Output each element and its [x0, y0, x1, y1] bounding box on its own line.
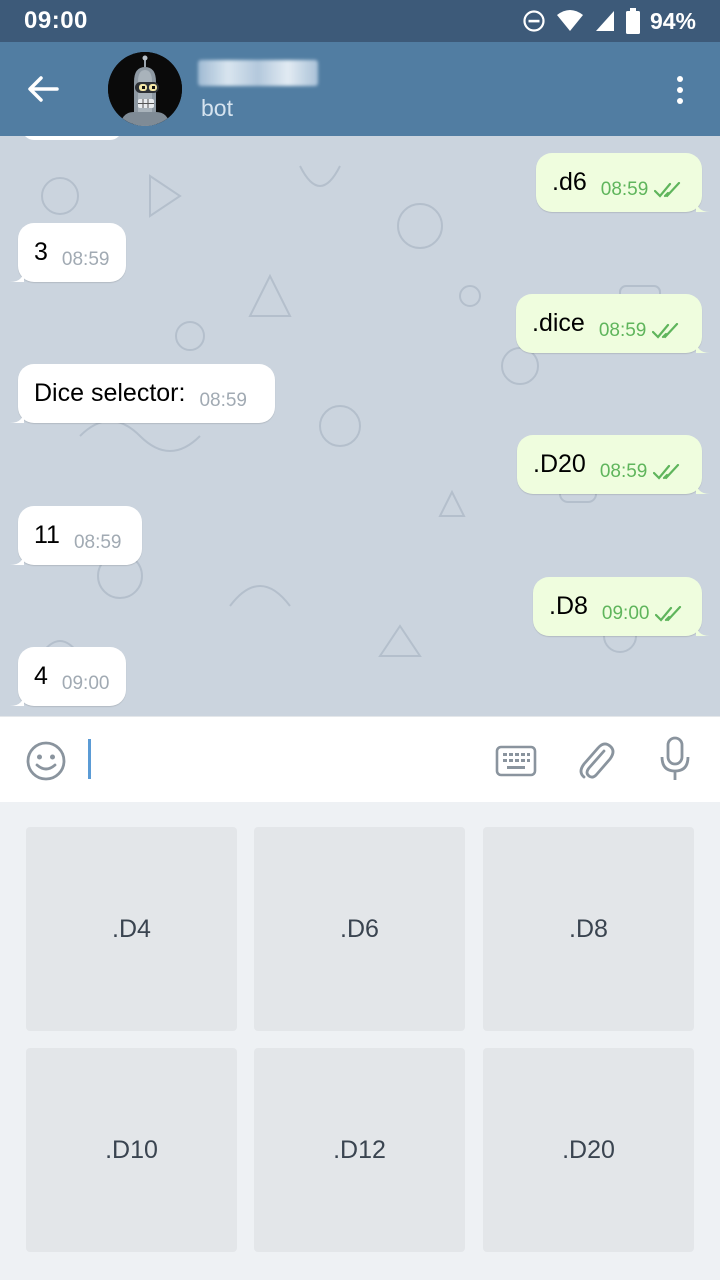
message-bubble-incoming[interactable]: 3 08:59	[10, 223, 126, 282]
partial-message-bubble	[22, 136, 122, 140]
message-text: 3	[34, 238, 48, 266]
bubble-tail	[696, 480, 710, 494]
message-time: 08:59	[600, 178, 649, 200]
message-bubble-outgoing[interactable]: .D20 08:59	[517, 435, 710, 494]
avatar[interactable]	[108, 52, 182, 126]
message-text: 11	[34, 521, 60, 549]
bubble-tail	[696, 198, 710, 212]
bot-keyboard-button[interactable]: .D8	[483, 827, 694, 1031]
status-time: 09:00	[24, 7, 88, 34]
message-time: 08:59	[199, 389, 247, 411]
double-check-icon	[653, 463, 680, 480]
bot-keyboard-button[interactable]: .D6	[254, 827, 465, 1031]
chat-name-redacted	[198, 60, 318, 86]
message-bubble-outgoing[interactable]: .dice 08:59	[516, 294, 710, 353]
message-text: 4	[34, 662, 48, 690]
message-time: 08:59	[61, 248, 110, 270]
bubble-tail	[10, 409, 24, 423]
wifi-icon	[556, 10, 583, 31]
message-time: 08:59	[598, 319, 647, 341]
bot-keyboard-button[interactable]: .D12	[254, 1048, 465, 1252]
message-bubble-outgoing[interactable]: .d6 08:59	[536, 153, 710, 212]
battery-percentage: 94%	[649, 7, 696, 34]
message-time: 08:59	[599, 460, 648, 482]
bot-keyboard-button[interactable]: .D4	[26, 827, 237, 1031]
chat-subtitle: bot	[201, 95, 233, 121]
paperclip-icon	[579, 742, 615, 779]
message-input-bar	[0, 716, 720, 802]
emoji-button[interactable]	[24, 739, 68, 783]
bot-reply-keyboard: .D4 .D6 .D8 .D10 .D12 .D20	[0, 802, 720, 1280]
do-not-disturb-icon	[523, 10, 545, 32]
bubble-tail	[10, 692, 24, 706]
message-text: Dice selector:	[34, 379, 186, 407]
attach-button[interactable]	[576, 737, 616, 783]
bubble-tail	[10, 551, 24, 565]
voice-record-button[interactable]	[655, 735, 695, 783]
chat-header: bot	[0, 42, 720, 136]
more-vertical-icon	[677, 76, 683, 104]
bubble-tail	[696, 622, 710, 636]
bubble-tail	[10, 268, 24, 282]
message-bubble-outgoing[interactable]: .D8 09:00	[533, 577, 710, 636]
message-text: .dice	[532, 309, 585, 337]
keyboard-icon	[495, 745, 537, 777]
bot-keyboard-button[interactable]: .D20	[483, 1048, 694, 1252]
message-bubble-incoming[interactable]: 4 09:00	[10, 647, 126, 706]
message-text: .D20	[533, 450, 586, 478]
bubble-tail	[696, 339, 710, 353]
status-icons: 94%	[522, 7, 696, 35]
message-bubble-incoming[interactable]: Dice selector: 08:59	[10, 364, 275, 423]
keyboard-toggle-button[interactable]	[494, 741, 538, 781]
battery-icon	[625, 8, 640, 34]
robot-avatar-icon	[108, 52, 182, 126]
double-check-icon	[654, 181, 681, 198]
message-time: 09:00	[601, 602, 650, 624]
message-input-field[interactable]	[88, 739, 91, 779]
bot-keyboard-button[interactable]: .D10	[26, 1048, 237, 1252]
signal-icon	[595, 11, 614, 31]
chat-message-list[interactable]: .d6 08:59 3 08:59 .dice 08:59 Dice selec…	[0, 136, 720, 716]
message-time: 09:00	[61, 672, 110, 694]
arrow-left-icon	[28, 76, 59, 102]
microphone-icon	[660, 736, 690, 780]
message-bubble-incoming[interactable]: 11 08:59	[10, 506, 142, 565]
emoji-icon	[26, 741, 66, 781]
message-text: .d6	[552, 168, 587, 196]
status-bar: 09:00 94%	[0, 0, 720, 42]
more-menu-button[interactable]	[664, 70, 696, 110]
message-time: 08:59	[73, 531, 122, 553]
double-check-icon	[652, 322, 679, 339]
message-text: .D8	[549, 592, 588, 620]
double-check-icon	[655, 605, 682, 622]
back-button[interactable]	[22, 68, 64, 110]
